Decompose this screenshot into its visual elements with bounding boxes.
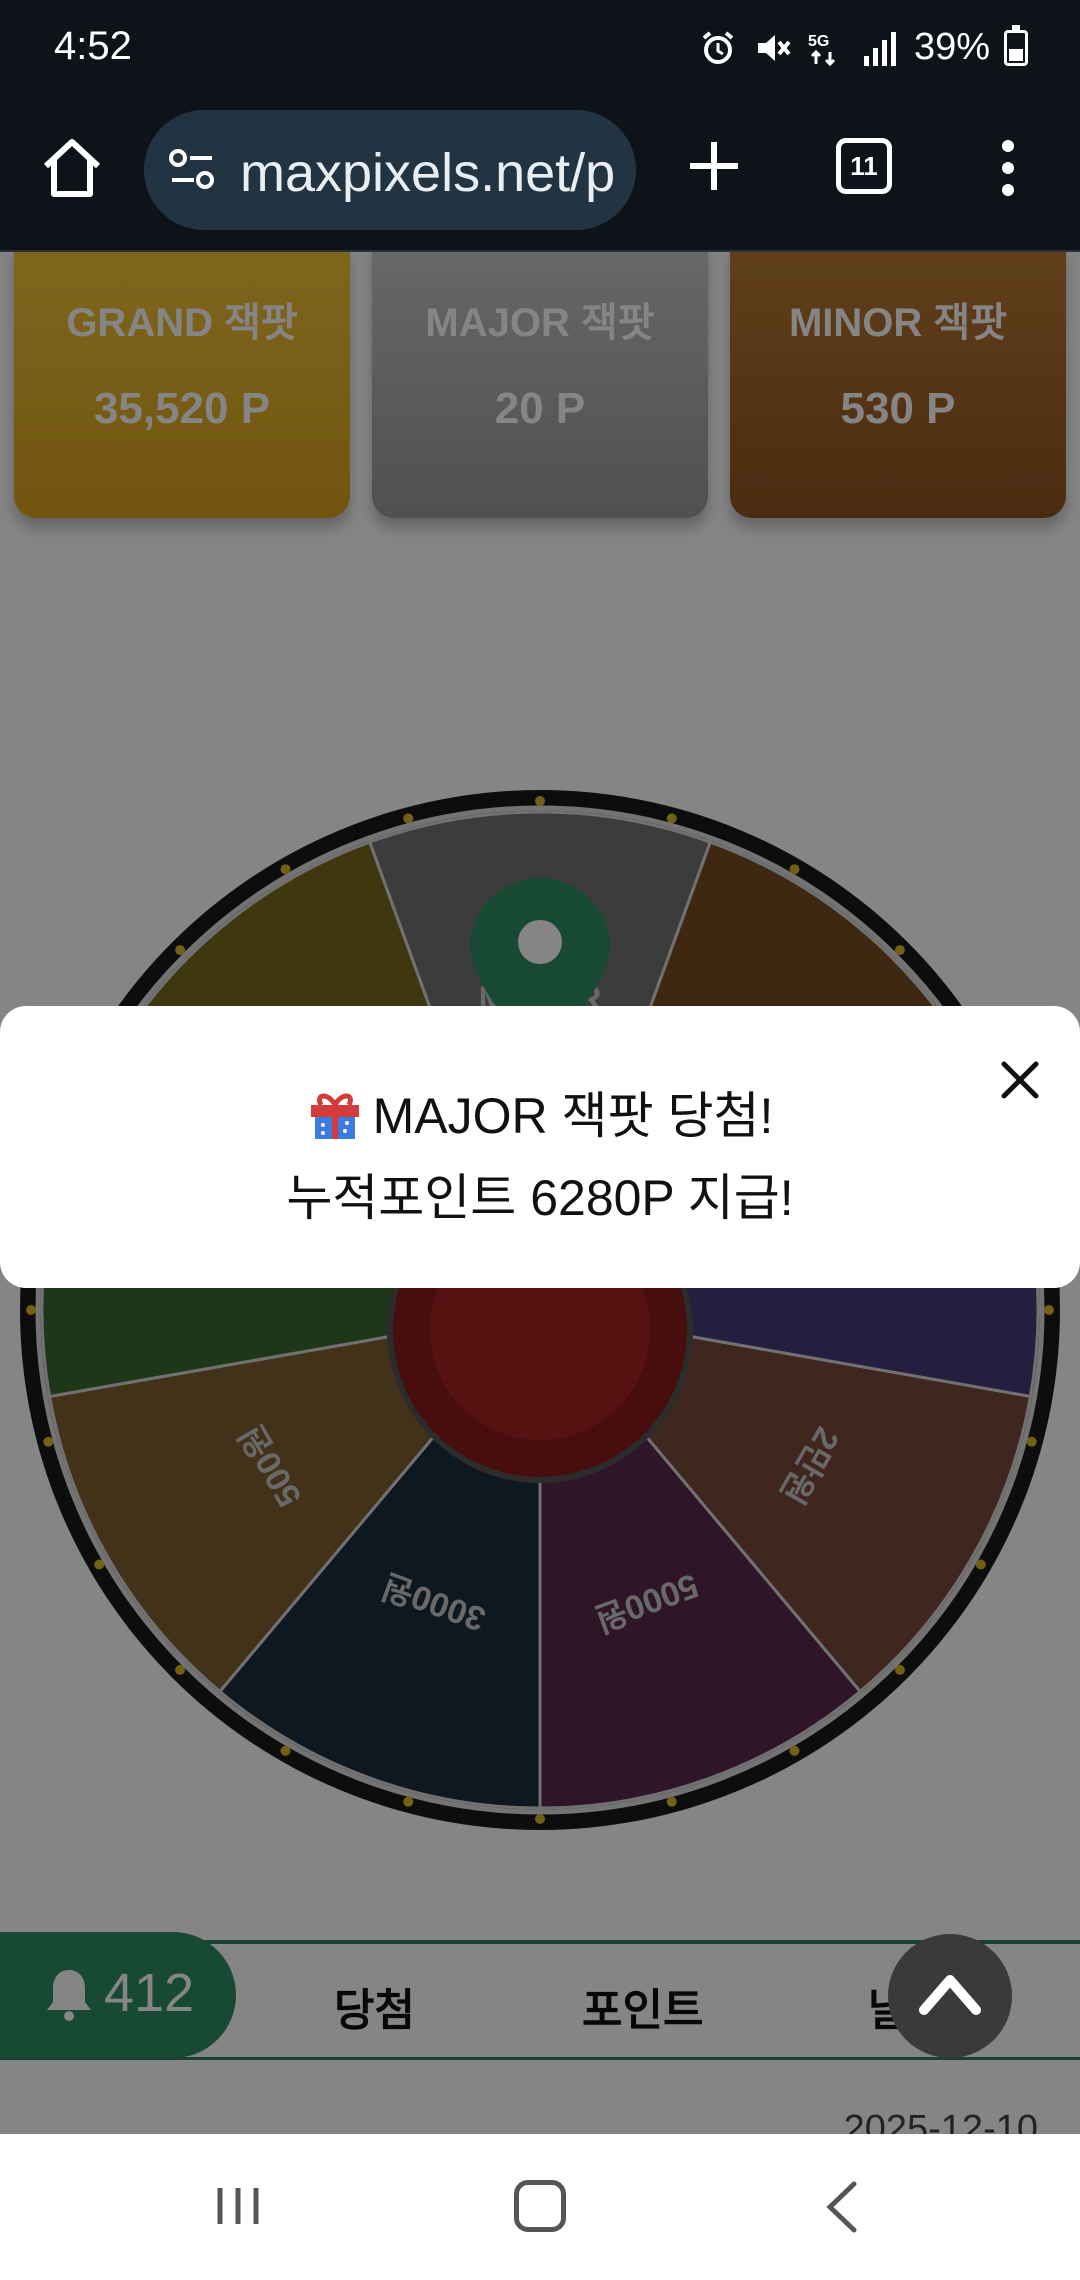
mute-icon (757, 34, 791, 61)
address-bar[interactable]: maxpixels.net/p (144, 110, 636, 230)
back-icon[interactable] (824, 2180, 860, 2234)
battery-percent: 39% (913, 26, 990, 68)
dialog-title: MAJOR 잭팟 당첨! (0, 1076, 1080, 1148)
alarm-icon (702, 30, 734, 64)
more-menu-icon[interactable] (996, 138, 1020, 198)
home-icon[interactable] (38, 134, 106, 202)
site-settings-icon[interactable] (168, 148, 216, 192)
status-time: 4:52 (54, 24, 132, 68)
new-tab-icon[interactable] (686, 138, 742, 194)
home-nav-button[interactable] (514, 2180, 566, 2232)
chevron-up-icon (919, 1975, 981, 2015)
signal-icon (863, 31, 896, 66)
tab-count: 11 (850, 150, 878, 181)
5g-icon: 5G (808, 33, 835, 66)
system-nav-bar (0, 2134, 1080, 2280)
url-text[interactable]: maxpixels.net/p (240, 142, 615, 204)
dialog-title-text: MAJOR 잭팟 당첨! (372, 1088, 774, 1144)
battery-icon (1004, 24, 1028, 66)
gift-icon (310, 1093, 359, 1139)
svg-text:5G: 5G (808, 33, 829, 50)
tab-switcher-button[interactable]: 11 (836, 138, 892, 194)
recent-apps-icon[interactable] (214, 2184, 262, 2228)
dialog-message: 누적포인트 6280P 지급! (286, 1170, 794, 1226)
browser-toolbar: maxpixels.net/p 11 (0, 102, 1080, 252)
status-icons: 5G 39% (698, 24, 1028, 69)
status-bar: 4:52 5G 39% (0, 0, 1080, 102)
scroll-to-top-button[interactable] (888, 1934, 1012, 2058)
win-dialog: MAJOR 잭팟 당첨! 누적포인트 6280P 지급! (0, 1006, 1080, 1288)
